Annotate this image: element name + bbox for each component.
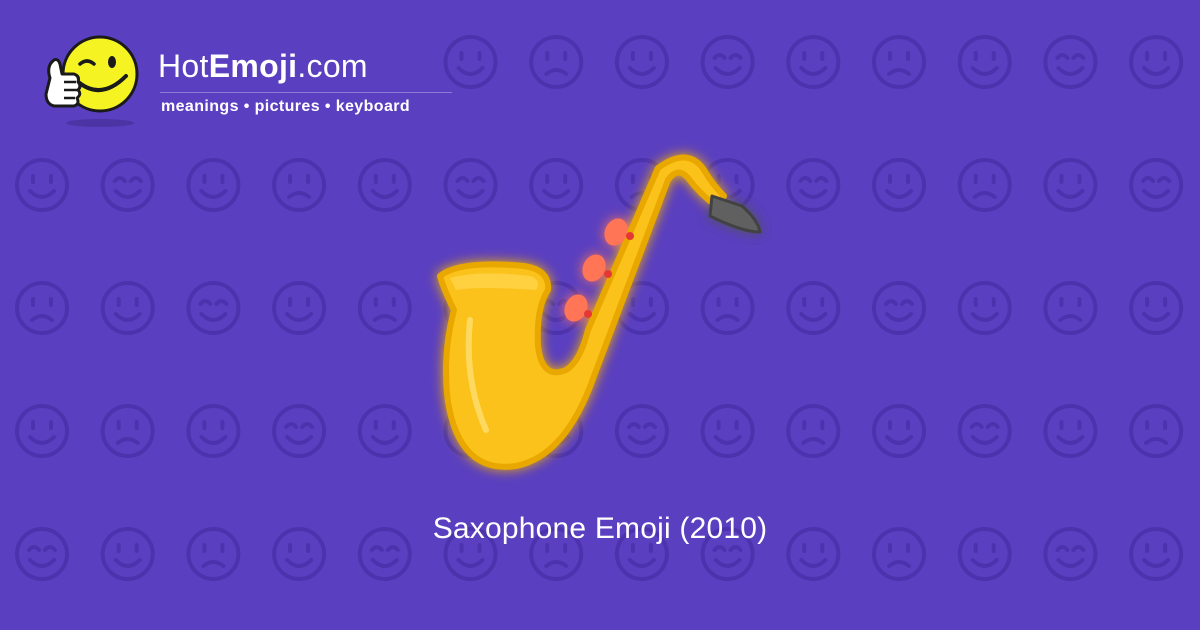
emoji-caption: Saxophone Emoji (2010)	[432, 512, 768, 545]
thumbs-up-wink-mascot-icon	[44, 35, 139, 127]
pattern-emoji-face-icon	[186, 158, 241, 212]
pattern-emoji-face-icon	[357, 404, 412, 458]
pattern-emoji-face-icon	[15, 281, 69, 335]
pattern-emoji-face-icon	[786, 35, 841, 89]
pattern-emoji-face-icon	[957, 404, 1012, 458]
pattern-emoji-face-icon	[872, 404, 926, 458]
site-title-part3: .com	[297, 48, 368, 84]
pattern-emoji-face-icon	[786, 281, 841, 335]
pattern-emoji-face-icon	[15, 404, 69, 458]
pattern-emoji-face-icon	[100, 281, 155, 335]
pattern-emoji-face-icon	[1129, 158, 1184, 212]
pattern-emoji-face-icon	[1043, 158, 1098, 212]
pattern-emoji-face-icon	[529, 35, 584, 89]
pattern-emoji-face-icon	[186, 281, 241, 335]
pattern-emoji-face-icon	[1129, 35, 1184, 89]
pattern-emoji-face-icon	[100, 404, 155, 458]
pattern-emoji-face-icon	[357, 281, 412, 335]
pattern-emoji-face-icon	[1043, 35, 1098, 89]
pattern-emoji-face-icon	[272, 281, 327, 335]
pattern-emoji-face-icon	[1129, 281, 1184, 335]
pattern-emoji-face-icon	[957, 35, 1012, 89]
site-tagline: meanings • pictures • keyboard	[161, 98, 411, 115]
logo-divider	[160, 92, 452, 93]
pattern-emoji-face-icon	[272, 158, 327, 212]
site-title: HotEmoji.com	[158, 48, 368, 84]
pattern-emoji-face-icon	[1043, 281, 1098, 335]
pattern-emoji-face-icon	[1043, 404, 1098, 458]
pattern-emoji-face-icon	[272, 404, 327, 458]
pattern-emoji-face-icon	[357, 158, 412, 212]
saxophone-icon	[437, 154, 762, 470]
pattern-emoji-face-icon	[786, 158, 841, 212]
pattern-emoji-face-icon	[957, 281, 1012, 335]
pattern-emoji-face-icon	[957, 158, 1012, 212]
pattern-emoji-face-icon	[1129, 404, 1184, 458]
pattern-emoji-face-icon	[186, 404, 241, 458]
pattern-emoji-face-icon	[700, 35, 755, 89]
pattern-emoji-face-icon	[872, 35, 926, 89]
pattern-emoji-face-icon	[614, 35, 669, 89]
site-title-part2: Emoji	[208, 48, 298, 84]
pattern-emoji-face-icon	[15, 158, 69, 212]
pattern-emoji-face-icon	[786, 404, 841, 458]
pattern-emoji-face-icon	[872, 281, 926, 335]
site-title-part1: Hot	[158, 48, 209, 84]
pattern-emoji-face-icon	[872, 158, 926, 212]
site-logo[interactable]: HotEmoji.com meanings • pictures • keybo…	[40, 30, 480, 130]
pattern-emoji-face-icon	[100, 158, 155, 212]
